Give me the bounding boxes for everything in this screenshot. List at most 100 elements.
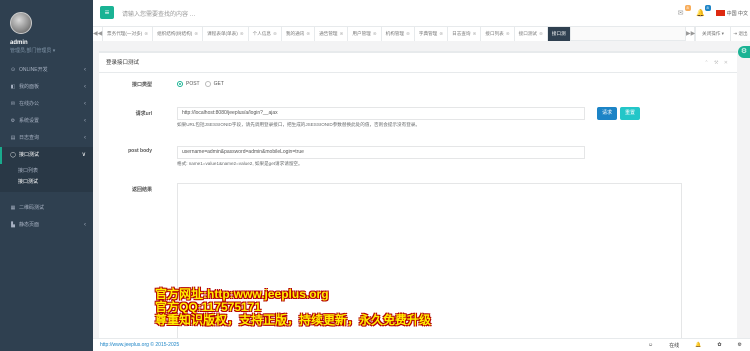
language-label: 中国 中文: [726, 10, 748, 17]
profile-role-dropdown[interactable]: 管理员,部门管理员 ▾: [10, 47, 83, 54]
panel-icon: ◧: [10, 84, 16, 90]
sidebar-item-online-dev[interactable]: ⊙ ONLINE开发 ‹: [0, 62, 93, 79]
close-icon[interactable]: ⊗: [240, 31, 244, 36]
close-icon[interactable]: ⊗: [539, 31, 543, 36]
tabs-bar: ◀◀ 票务代理(一对多) ⊗ 组织结构(树结构) ⊗ 课程表单(单表) ⊗ 个人信息 ⊗…: [93, 27, 750, 41]
body-help-text: 格式: name1=value1&name2=value2, 如果是get请求请…: [177, 161, 303, 166]
chevron-left-icon: ‹: [84, 84, 86, 90]
panel-tools-icons[interactable]: ⌃ ⚒ ✕: [704, 53, 730, 73]
watermark: 官方网址:http:www.jeeplus.org 官方QQ:117575171…: [155, 288, 431, 327]
close-icon[interactable]: ⊗: [473, 31, 477, 36]
post-body-input[interactable]: username=admin&password=admin&mobileLogi…: [177, 146, 585, 159]
panel-title: 登录接口测试: [99, 53, 737, 73]
bell-icon[interactable]: 🔔 8: [696, 5, 711, 17]
footer-copyright-link[interactable]: http://www.jeeplus.org © 2015-2025: [100, 342, 179, 348]
close-icon[interactable]: ⊗: [194, 31, 198, 36]
sidebar-item-label: 系统设置: [19, 118, 40, 124]
tab-label: 接口列表: [485, 31, 504, 36]
tab-dict[interactable]: 字典管理 ⊗: [414, 27, 449, 41]
sidebar-item-api-test[interactable]: ◯ 接口测试 ∨: [0, 147, 93, 164]
close-icon[interactable]: ⊗: [144, 31, 148, 36]
tab-label: 票务代理(一对多): [107, 31, 143, 36]
sidebar-item-office[interactable]: ✉ 在线办公 ‹: [0, 96, 93, 113]
tab-logs[interactable]: 日志查询 ⊗: [448, 27, 482, 41]
get-radio[interactable]: [204, 81, 211, 87]
url-input[interactable]: http://localhost:8080/jeeplus/a/login?__…: [177, 107, 585, 120]
topbar-tools: ✉ 8 🔔 8 中国 中文: [676, 5, 750, 20]
tab-label: 我的通讯: [285, 31, 305, 36]
result-label: 返回结果: [131, 187, 152, 193]
language-selector[interactable]: 中国 中文: [715, 10, 748, 17]
search-input[interactable]: 请输入您需要查找的内容 …: [122, 9, 196, 18]
sidebar-subitem-api-test[interactable]: 接口测试: [0, 177, 93, 188]
gear-icon[interactable]: ⚙: [730, 342, 750, 348]
topbar: ≡ 请输入您需要查找的内容 … ✉ 8 🔔 8 中国 中文: [93, 0, 750, 27]
method-radio-group: POST GET: [177, 81, 224, 87]
chevron-left-icon: ‹: [84, 67, 86, 73]
page-icon: ▙: [11, 222, 15, 228]
skin-icon[interactable]: ✿: [709, 342, 729, 348]
tab-contacts[interactable]: 我的通讯 ⊗: [281, 27, 316, 41]
settings-gear-icon[interactable]: ⚙: [738, 46, 750, 58]
close-icon[interactable]: ⊗: [506, 31, 510, 36]
close-icon[interactable]: ⊗: [439, 31, 443, 36]
chevron-down-icon: ∨: [81, 152, 86, 158]
sidebar-item-label: ONLINE开发: [19, 67, 48, 73]
circle-icon: ◯: [10, 152, 16, 158]
tab-label: 字典管理: [418, 31, 438, 36]
chevron-left-icon: ‹: [84, 222, 86, 228]
online-icon: ⊙: [10, 67, 16, 73]
tab-ticket[interactable]: 票务代理(一对多) ⊗: [103, 27, 154, 41]
close-icon[interactable]: ⊗: [340, 31, 344, 36]
tabs-next-button[interactable]: ▶▶: [685, 27, 695, 41]
tab-label: 接口测试: [518, 31, 538, 36]
sidebar-subitem-api-list[interactable]: 接口列表: [0, 166, 93, 177]
chat-icon[interactable]: ☺: [640, 342, 661, 348]
china-flag-icon: [715, 10, 725, 17]
chevron-left-icon: ‹: [84, 135, 86, 141]
tab-api-test[interactable]: 接口测试 ⊗: [514, 27, 548, 41]
tab-profile[interactable]: 个人信息 ⊗: [248, 27, 282, 41]
close-icon[interactable]: ⊗: [373, 31, 377, 36]
get-radio-label: GET: [213, 81, 224, 87]
sidebar-item-settings[interactable]: ⚙ 系统设置 ‹: [0, 113, 93, 130]
gear-icon: ⚙: [10, 118, 16, 124]
reset-button[interactable]: 重置: [620, 107, 640, 120]
close-icon[interactable]: ⊗: [273, 31, 277, 36]
bell-icon[interactable]: 🔔: [687, 342, 709, 348]
tab-notices[interactable]: 通告管理 ⊗: [315, 27, 349, 41]
close-icon[interactable]: ⊗: [306, 31, 310, 36]
online-status[interactable]: 在线: [661, 342, 687, 349]
tab-label: 用户管理: [352, 31, 371, 36]
avatar[interactable]: [10, 12, 32, 34]
tab-course[interactable]: 课程表单(单表) ⊗: [203, 27, 249, 41]
tab-api-test-active[interactable]: 接口测: [547, 27, 571, 41]
sidebar-item-label: 接口测试: [19, 152, 40, 158]
sidebar-item-label: 我的面板: [19, 84, 40, 90]
tab-api-list[interactable]: 接口列表 ⊗: [481, 27, 515, 41]
sidebar-item-qrcode[interactable]: ▦ 二维码测试: [0, 200, 93, 217]
post-radio[interactable]: [177, 81, 183, 87]
tab-users[interactable]: 用户管理 ⊗: [348, 27, 382, 41]
tabs-prev-button[interactable]: ◀◀: [93, 27, 103, 41]
message-icon[interactable]: ✉ 8: [676, 5, 691, 17]
sidebar-item-static[interactable]: ▙ 静态页面 ‹: [0, 217, 93, 234]
tab-org[interactable]: 组织结构(树结构) ⊗: [153, 27, 204, 41]
menu-toggle-button[interactable]: ≡: [100, 6, 114, 19]
close-operations-dropdown[interactable]: 关闭操作 ▾: [695, 27, 730, 41]
tabs-list: 票务代理(一对多) ⊗ 组织结构(树结构) ⊗ 课程表单(单表) ⊗ 个人信息 ⊗ 我的…: [103, 27, 726, 41]
sidebar-item-label: 在线办公: [19, 101, 40, 107]
tab-label: 通告管理: [319, 31, 338, 36]
method-row: 接口类型 POST GET: [99, 80, 737, 90]
tab-label: 日志查询: [452, 31, 471, 36]
tab-label: 组织结构(树结构): [157, 31, 193, 36]
method-label: 接口类型: [131, 82, 152, 88]
sidebar-item-label: 日志查询: [19, 135, 40, 141]
request-button[interactable]: 请求: [597, 107, 617, 120]
tab-orgs[interactable]: 机构管理 ⊗: [381, 27, 415, 41]
close-icon[interactable]: ⊗: [406, 31, 410, 36]
sidebar-item-my-panel[interactable]: ◧ 我的面板 ‹: [0, 79, 93, 96]
exit-button[interactable]: ⇥ 退出: [730, 27, 750, 41]
footer-tools: ☺ 在线 🔔 ✿ ⚙: [640, 339, 750, 351]
sidebar-item-logs[interactable]: ▤ 日志查询 ‹: [0, 130, 93, 147]
